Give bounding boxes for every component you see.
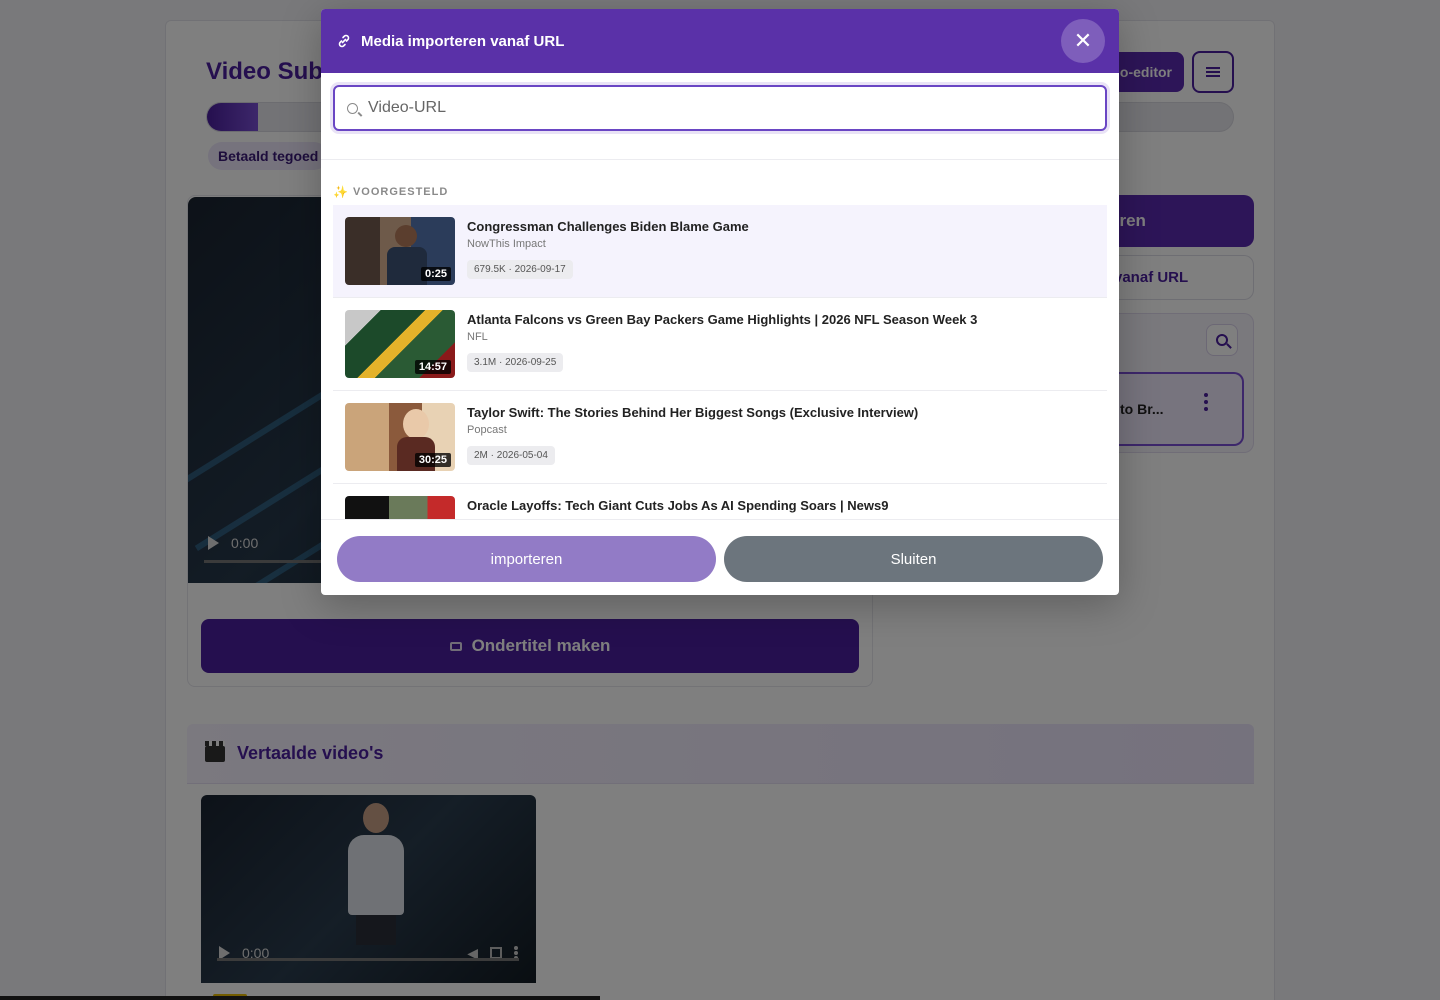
url-search-field[interactable]: [333, 85, 1107, 131]
import-button[interactable]: importeren: [337, 536, 716, 582]
video-title: Oracle Layoffs: Tech Giant Cuts Jobs As …: [467, 498, 889, 513]
video-title: Taylor Swift: The Stories Behind Her Big…: [467, 405, 919, 420]
video-duration: 14:57: [414, 360, 451, 374]
video-thumbnail: 0:25: [345, 217, 455, 285]
close-button[interactable]: Sluiten: [724, 536, 1103, 582]
video-thumbnail: [345, 496, 455, 519]
list-item[interactable]: 30:25 Taylor Swift: The Stories Behind H…: [333, 391, 1107, 484]
video-thumbnail: 14:57: [345, 310, 455, 378]
url-input[interactable]: [368, 99, 1105, 117]
video-duration: 30:25: [414, 453, 451, 467]
modal-title: Media importeren vanaf URL: [361, 32, 565, 50]
video-meta: 679.5K · 2026-09-17: [467, 260, 573, 279]
video-meta: 2M · 2026-05-04: [467, 446, 555, 465]
video-channel: NFL: [467, 331, 488, 343]
link-icon: [335, 32, 353, 50]
video-channel: NowThis Impact: [467, 238, 546, 250]
import-url-modal: Media importeren vanaf URL ✕ ✨ VOORGESTE…: [321, 9, 1119, 595]
video-meta: 3.1M · 2026-09-25: [467, 353, 564, 372]
divider: [321, 159, 1119, 160]
close-icon[interactable]: ✕: [1061, 19, 1105, 63]
section-label: ✨ VOORGESTELD: [333, 185, 448, 199]
video-title: Congressman Challenges Biden Blame Game: [467, 219, 749, 234]
list-item[interactable]: 0:25 Congressman Challenges Biden Blame …: [333, 205, 1107, 298]
video-channel: Popcast: [467, 424, 507, 436]
modal-footer: importeren Sluiten: [321, 519, 1119, 595]
search-icon: [347, 102, 358, 114]
list-item[interactable]: Oracle Layoffs: Tech Giant Cuts Jobs As …: [333, 484, 1107, 519]
video-thumbnail: 30:25: [345, 403, 455, 471]
section-label-text: VOORGESTELD: [352, 186, 449, 198]
modal-header: Media importeren vanaf URL: [321, 9, 1119, 73]
video-title: Atlanta Falcons vs Green Bay Packers Gam…: [467, 312, 978, 327]
sparkle-icon: ✨: [333, 185, 349, 199]
video-duration: 0:25: [420, 267, 451, 281]
suggested-list: 0:25 Congressman Challenges Biden Blame …: [333, 205, 1107, 519]
list-item[interactable]: 14:57 Atlanta Falcons vs Green Bay Packe…: [333, 298, 1107, 391]
